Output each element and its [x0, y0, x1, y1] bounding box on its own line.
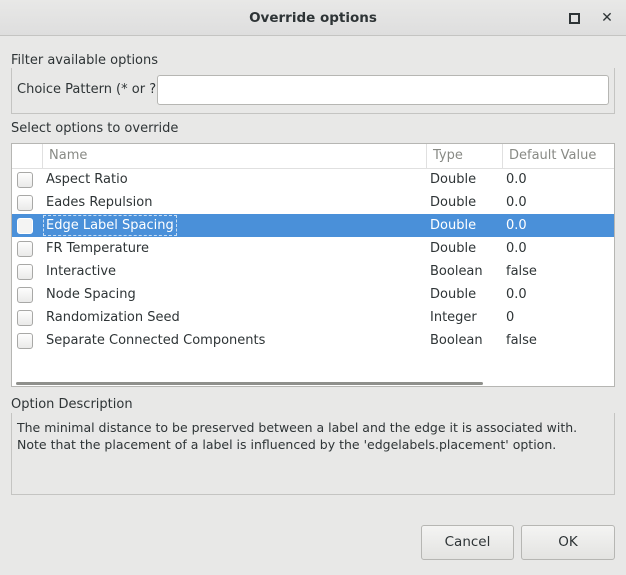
column-header-check[interactable] [12, 144, 42, 168]
option-type-cell: Double [430, 218, 477, 233]
table-row[interactable]: Aspect Ratio Double 0.0 [12, 168, 614, 191]
table-row[interactable]: Node Spacing Double 0.0 [12, 283, 614, 306]
option-type-cell: Double [430, 241, 477, 256]
option-type-cell: Double [430, 287, 477, 302]
option-description-text: The minimal distance to be preserved bet… [17, 420, 578, 452]
option-default-cell: 0.0 [506, 287, 527, 302]
title-bar: Override options ✕ [0, 0, 626, 36]
options-table: Name Type Default Value Aspect Ratio Doub… [11, 143, 615, 387]
table-row[interactable]: Randomization Seed Integer 0 [12, 306, 614, 329]
override-checkbox[interactable] [17, 264, 33, 280]
option-name-cell: Separate Connected Components [46, 333, 266, 348]
column-header-type[interactable]: Type [426, 144, 502, 168]
option-default-cell: 0.0 [506, 195, 527, 210]
option-name-cell: Randomization Seed [46, 310, 180, 325]
maximize-icon [568, 12, 580, 24]
window-title: Override options [249, 10, 377, 26]
ok-button[interactable]: OK [521, 525, 615, 560]
option-type-cell: Boolean [430, 333, 483, 348]
option-type-cell: Boolean [430, 264, 483, 279]
filter-group-label: Filter available options [11, 53, 159, 68]
override-checkbox[interactable] [17, 218, 33, 234]
description-group-label: Option Description [11, 397, 133, 412]
table-row[interactable]: Interactive Boolean false [12, 260, 614, 283]
option-name-cell: Interactive [46, 264, 117, 279]
override-checkbox[interactable] [17, 310, 33, 326]
table-row[interactable]: Edge Label Spacing Double 0.0 [12, 214, 614, 237]
option-name-cell: FR Temperature [46, 241, 149, 256]
close-button[interactable]: ✕ [597, 8, 617, 28]
option-default-cell: false [506, 333, 537, 348]
table-row[interactable]: Separate Connected Components Boolean fals… [12, 329, 614, 352]
option-type-cell: Integer [430, 310, 477, 325]
choice-pattern-input[interactable] [157, 75, 609, 105]
option-name-cell: Eades Repulsion [46, 195, 153, 210]
option-type-cell: Double [430, 195, 477, 210]
choice-pattern-label: Choice Pattern (* or ?) [17, 82, 162, 97]
cancel-button[interactable]: Cancel [421, 525, 514, 560]
option-default-cell: 0.0 [506, 172, 527, 187]
close-icon: ✕ [601, 10, 613, 26]
table-row[interactable]: Eades Repulsion Double 0.0 [12, 191, 614, 214]
maximize-button[interactable] [564, 8, 584, 28]
option-name-cell: Node Spacing [46, 287, 136, 302]
table-header: Name Type Default Value [12, 144, 614, 169]
options-group-label: Select options to override [11, 121, 179, 136]
option-default-cell: false [506, 264, 537, 279]
column-header-name[interactable]: Name [42, 144, 426, 168]
override-checkbox[interactable] [17, 333, 33, 349]
override-checkbox[interactable] [17, 241, 33, 257]
option-default-cell: 0 [506, 310, 515, 325]
override-options-dialog: Override options ✕ Filter available opti… [0, 0, 626, 575]
override-checkbox[interactable] [17, 287, 33, 303]
override-checkbox[interactable] [17, 172, 33, 188]
override-checkbox[interactable] [17, 195, 33, 211]
option-default-cell: 0.0 [506, 241, 527, 256]
table-row[interactable]: FR Temperature Double 0.0 [12, 237, 614, 260]
option-default-cell: 0.0 [506, 218, 527, 233]
option-name-cell: Aspect Ratio [46, 172, 128, 187]
column-header-default-value[interactable]: Default Value [502, 144, 614, 168]
option-name-cell: Edge Label Spacing [42, 214, 178, 237]
horizontal-scrollbar[interactable] [16, 382, 483, 385]
option-type-cell: Double [430, 172, 477, 187]
